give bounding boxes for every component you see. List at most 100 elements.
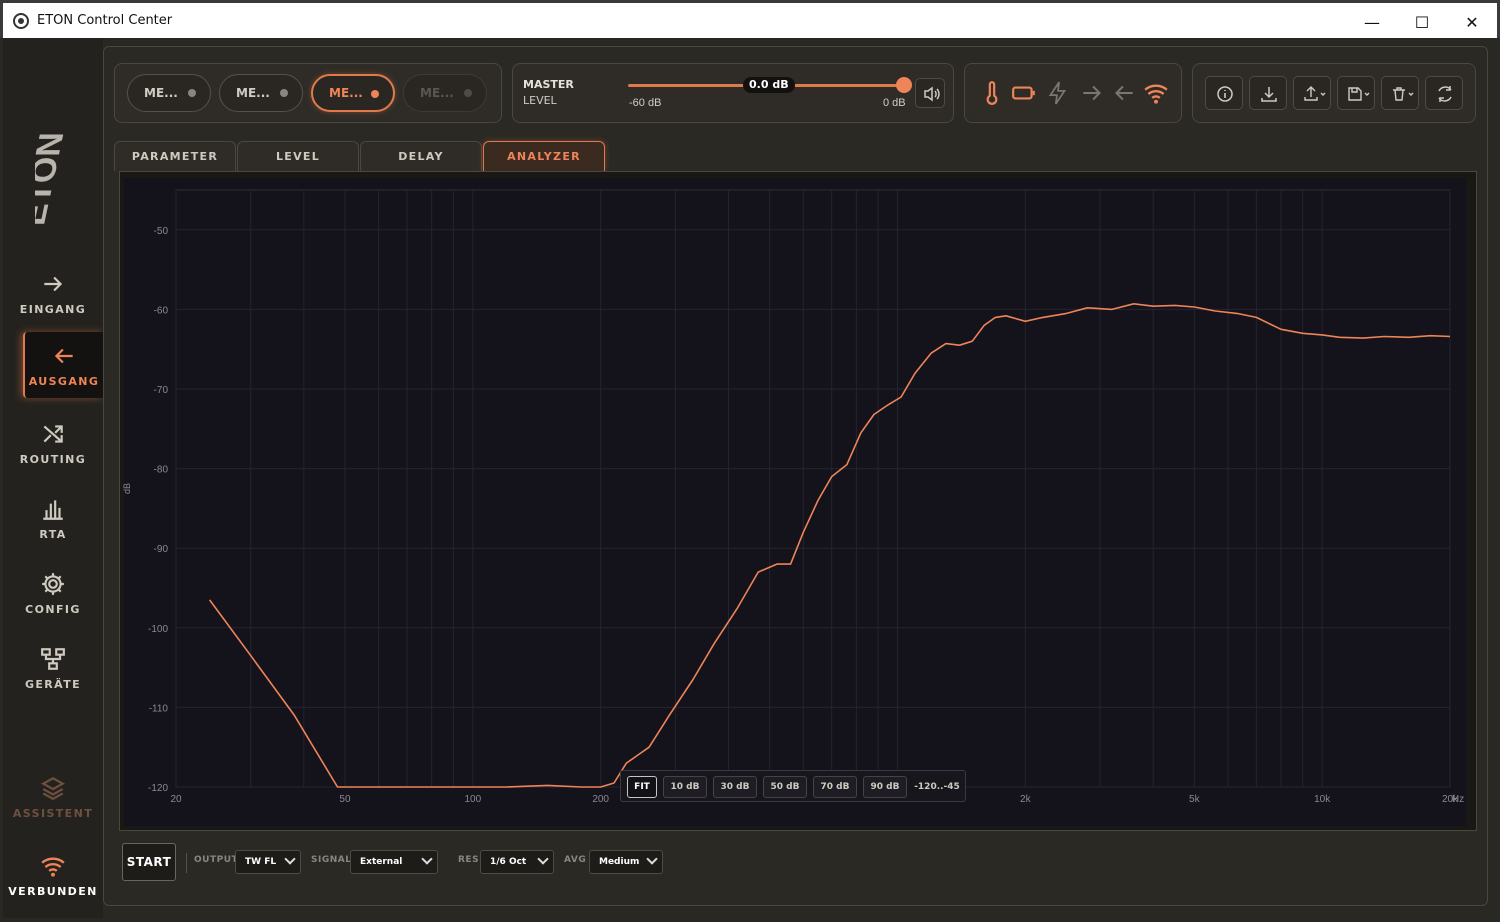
- arrow-right-icon: [1083, 85, 1101, 101]
- memory-button-3[interactable]: ME...: [311, 74, 395, 112]
- sidebar-item-ausgang[interactable]: AUSGANG: [23, 332, 103, 398]
- chevron-down-icon: [284, 853, 296, 865]
- sidebar-item-eingang[interactable]: EINGANG: [3, 260, 103, 326]
- memory-dot-icon: [280, 89, 288, 97]
- arrow-left-icon: [54, 348, 73, 363]
- start-button[interactable]: START: [122, 843, 176, 881]
- chevron-down-icon: [421, 853, 433, 865]
- svg-text:ETON: ETON: [35, 132, 72, 226]
- download-button[interactable]: [1249, 76, 1287, 110]
- chevron-down-icon: [646, 853, 658, 865]
- sidebar-item-assistent[interactable]: ASSISTENT: [3, 764, 103, 830]
- y-tick-label: -60: [154, 305, 169, 316]
- sidebar-item-label: CONFIG: [25, 602, 81, 616]
- range-button-50db[interactable]: 50 dB: [763, 776, 807, 798]
- x-tick-label: 200: [592, 794, 609, 805]
- avg-select[interactable]: Medium: [589, 850, 663, 874]
- wifi-icon: [1144, 84, 1168, 104]
- master-slider-handle[interactable]: [896, 77, 912, 93]
- sidebar-item-label: ASSISTENT: [12, 806, 94, 820]
- sidebar-item-label: RTA: [39, 527, 67, 541]
- signal-value: External: [360, 857, 403, 867]
- memory-button-1[interactable]: ME...: [127, 74, 211, 112]
- sidebar-item-label: AUSGANG: [28, 374, 100, 388]
- minimize-button[interactable]: —: [1349, 9, 1395, 35]
- info-icon: [1217, 86, 1233, 102]
- memory-button-2[interactable]: ME...: [219, 74, 303, 112]
- tab-parameter[interactable]: PARAMETER: [114, 141, 236, 171]
- range-button-90db[interactable]: 90 dB: [863, 776, 907, 798]
- main-panel: ME... ME... ME... ME... MASTER LEVEL 0.0…: [103, 46, 1488, 906]
- output-value: TW FL: [245, 857, 277, 867]
- sidebar-item-geraete[interactable]: GERÄTE: [3, 635, 103, 701]
- memory-button-label: ME...: [329, 86, 363, 100]
- delete-button[interactable]: [1381, 76, 1419, 110]
- x-tick-label: 2k: [1020, 794, 1032, 805]
- save-button[interactable]: [1337, 76, 1375, 110]
- res-label: RES: [458, 855, 480, 865]
- divider: [186, 853, 187, 873]
- res-value: 1/6 Oct: [490, 857, 527, 867]
- output-select[interactable]: TW FL: [235, 850, 301, 874]
- wifi-icon: [41, 857, 65, 877]
- tools-group: [1192, 63, 1476, 123]
- arrow-right-icon: [44, 276, 63, 291]
- range-button-custom[interactable]: -120..-45: [913, 776, 961, 798]
- avg-label: AVG: [564, 855, 587, 865]
- bolt-icon: [1048, 81, 1067, 105]
- sidebar-item-label: ROUTING: [19, 452, 87, 466]
- maximize-button[interactable]: ☐: [1399, 9, 1445, 35]
- close-button[interactable]: ✕: [1449, 9, 1495, 35]
- range-button-10db[interactable]: 10 dB: [663, 776, 707, 798]
- window-title: ETON Control Center: [37, 13, 173, 28]
- layers-icon: [41, 776, 65, 800]
- memory-dot-icon: [188, 89, 196, 97]
- range-button-70db[interactable]: 70 dB: [813, 776, 857, 798]
- upload-icon: [1304, 86, 1326, 101]
- master-max-label: 0 dB: [883, 97, 906, 109]
- tab-analyzer[interactable]: ANALYZER: [483, 141, 605, 171]
- speaker-icon: [924, 86, 940, 102]
- memory-button-4[interactable]: ME...: [403, 74, 487, 112]
- y-tick-label: -100: [148, 624, 168, 635]
- memory-button-label: ME...: [236, 86, 270, 100]
- y-tick-label: -50: [154, 226, 169, 237]
- spectrum-line: [208, 303, 1451, 788]
- mute-button[interactable]: [915, 78, 945, 108]
- upload-button[interactable]: [1293, 76, 1331, 110]
- range-button-30db[interactable]: 30 dB: [713, 776, 757, 798]
- y-tick-label: -80: [154, 465, 169, 476]
- master-level-group: MASTER LEVEL 0.0 dB -60 dB 0 dB: [512, 63, 954, 123]
- memory-group: ME... ME... ME... ME...: [114, 63, 502, 123]
- y-axis-label: dB: [122, 483, 132, 494]
- sidebar-item-label: EINGANG: [19, 302, 87, 316]
- res-select[interactable]: 1/6 Oct: [480, 850, 554, 874]
- y-tick-label: -90: [154, 544, 169, 555]
- range-button-fit[interactable]: FIT: [627, 776, 657, 798]
- master-min-label: -60 dB: [629, 97, 662, 109]
- chevron-down-icon: [537, 853, 549, 865]
- bars-icon: [43, 499, 63, 520]
- sidebar-item-routing[interactable]: ROUTING: [3, 410, 103, 476]
- master-value-badge: 0.0 dB: [743, 77, 795, 93]
- refresh-button[interactable]: [1425, 76, 1463, 110]
- tab-delay[interactable]: DELAY: [360, 141, 482, 171]
- x-tick-label: 5k: [1189, 794, 1201, 805]
- master-subtitle: LEVEL: [523, 94, 557, 107]
- x-tick-label: 100: [464, 794, 481, 805]
- info-button[interactable]: [1205, 76, 1243, 110]
- download-icon: [1261, 87, 1277, 102]
- memory-button-label: ME...: [144, 86, 178, 100]
- sidebar-item-verbunden[interactable]: VERBUNDEN: [3, 842, 103, 908]
- eton-logo: ETON: [35, 132, 72, 226]
- window-titlebar: ETON Control Center — ☐ ✕: [0, 0, 1500, 38]
- spectrum-chart[interactable]: -50 -60 -70 -80 -90 -100 -110 -12020 50 100 200 2k 5…: [120, 172, 1478, 832]
- tab-level[interactable]: LEVEL: [237, 141, 359, 171]
- sidebar-item-rta[interactable]: RTA: [3, 485, 103, 551]
- signal-select[interactable]: External: [350, 850, 438, 874]
- memory-dot-icon: [464, 89, 472, 97]
- sidebar-item-label: VERBUNDEN: [8, 884, 98, 898]
- shuffle-icon: [43, 424, 63, 443]
- sidebar-item-config[interactable]: CONFIG: [3, 560, 103, 626]
- devices-icon: [41, 647, 65, 670]
